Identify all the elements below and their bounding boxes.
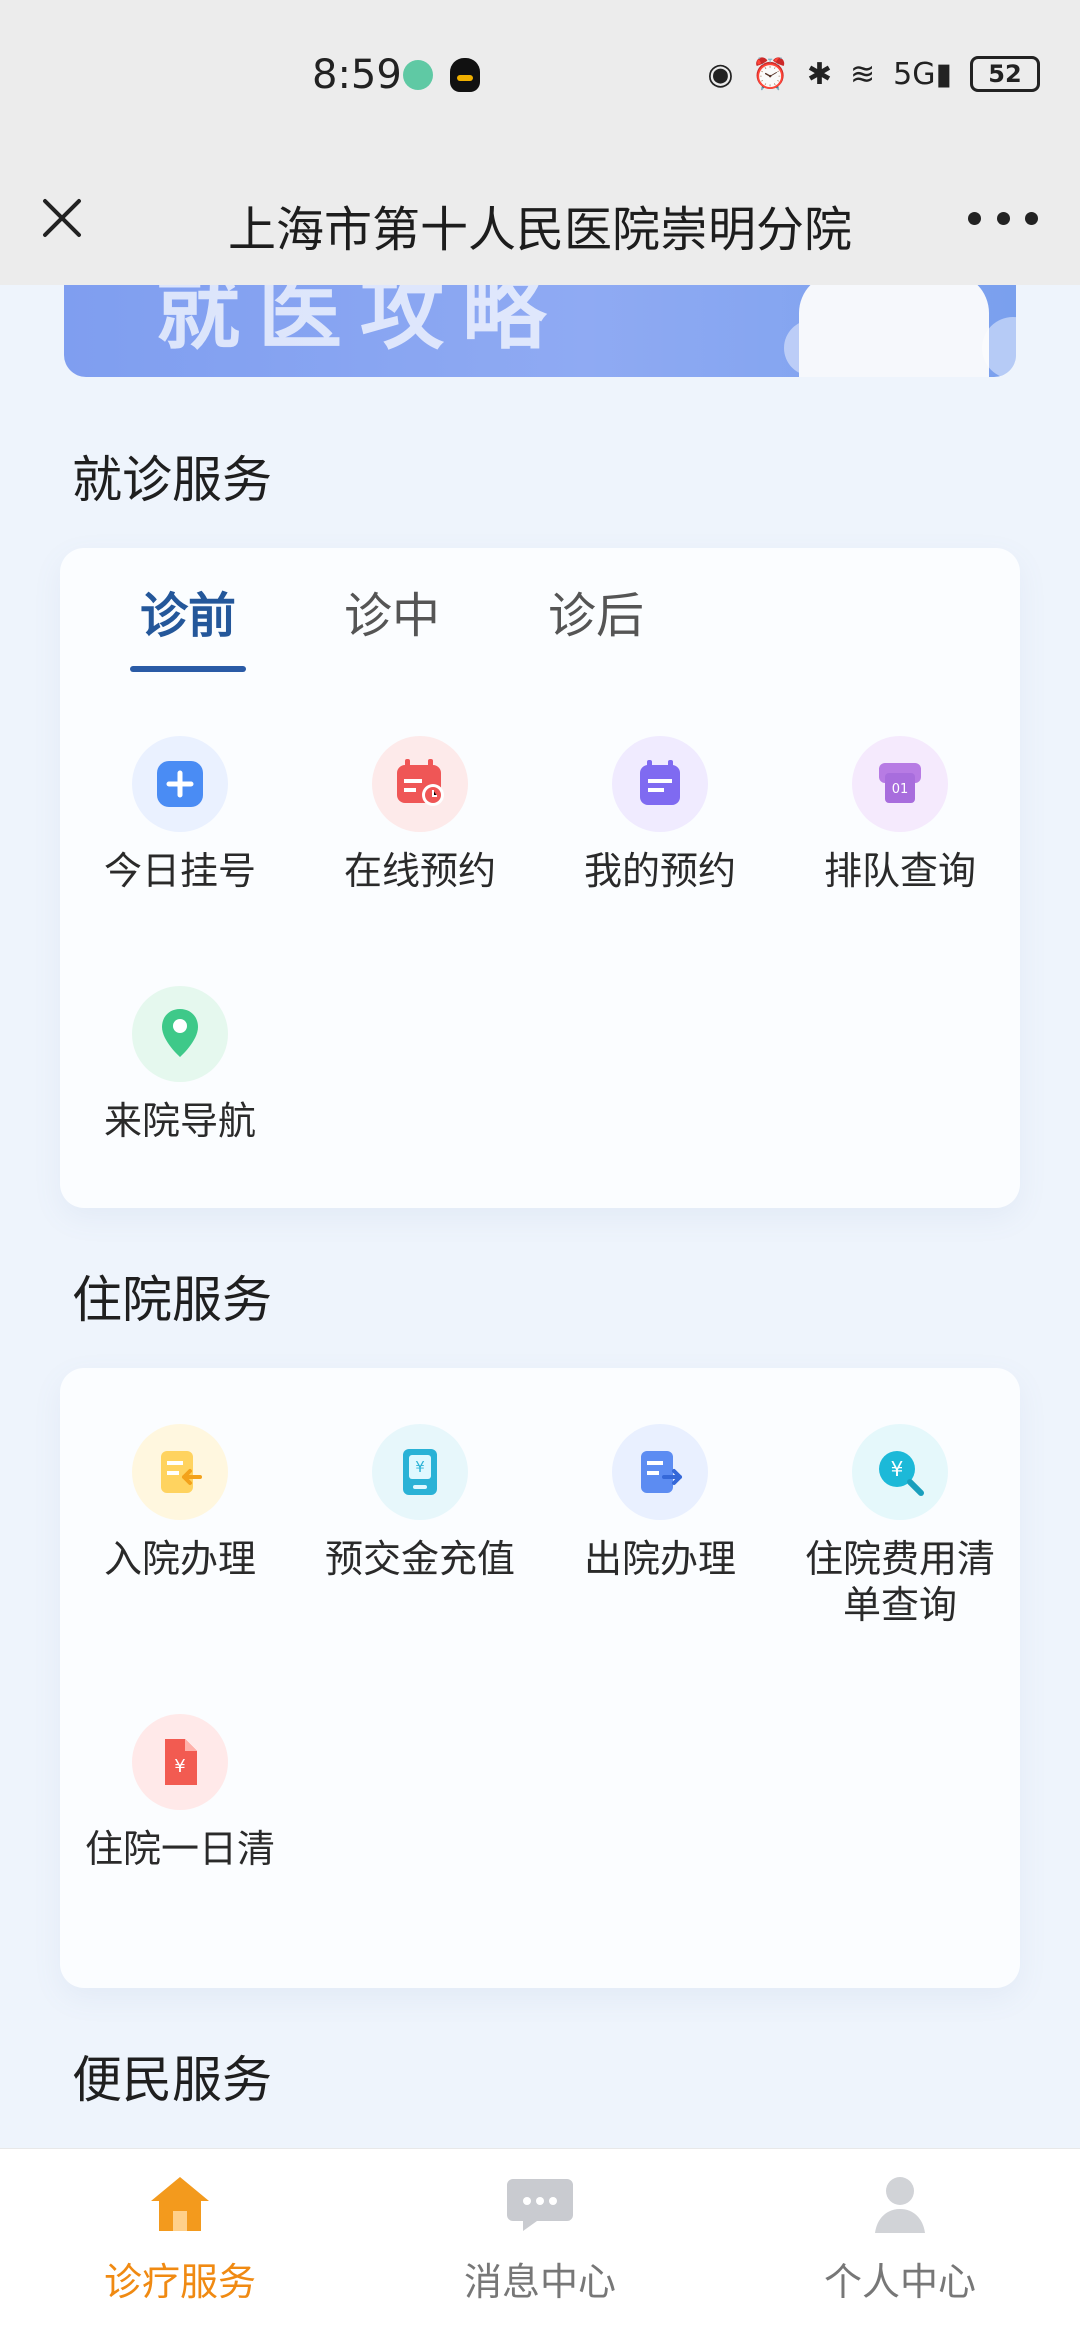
hospital-navigation-label: 来院导航 — [103, 1099, 256, 1143]
daily-bill-label: 住院一日清 — [84, 1827, 275, 1871]
outpatient-grid: 今日挂号 在线预约 我的预约 01 排队查询 来院导航 — [60, 736, 1020, 1236]
online-appointment-label: 在线预约 — [343, 849, 496, 893]
status-bar: 8:59 ◉ ⏰ ✱ ≋ 5G▮ 52 — [0, 0, 1080, 160]
queue-query-label: 排队查询 — [823, 849, 976, 893]
discharge-label: 出院办理 — [583, 1537, 736, 1581]
more-dot — [996, 211, 1010, 225]
signal-icon: 5G▮ — [893, 56, 952, 92]
battery-level: 52 — [988, 60, 1022, 88]
more-dot — [1025, 211, 1038, 225]
plus-symbol — [157, 761, 203, 807]
tab-message-center[interactable]: 消息中心 — [420, 2173, 660, 2323]
outpatient-section-title: 就诊服务 — [72, 451, 272, 509]
calendar-clock-icon — [372, 736, 468, 832]
tab-personal-center[interactable]: 个人中心 — [780, 2173, 1020, 2323]
close-button[interactable] — [32, 188, 92, 248]
location-pin-symbol — [162, 1009, 198, 1057]
more-dot — [968, 211, 981, 225]
message-symbol — [507, 2179, 573, 2231]
deposit-recharge-label: 预交金充值 — [324, 1537, 515, 1581]
discharge-document-symbol — [641, 1451, 682, 1493]
alarm-icon: ⏰ — [751, 56, 789, 92]
inpatient-grid: 入院办理 ¥ 预交金充值 出院办理 ¥ 住院费用清单查询 ¥ 住院一日清 — [60, 1424, 1020, 1974]
top-navigation: 上海市第十人民医院崇明分院 — [0, 160, 1080, 285]
page-title: 上海市第十人民医院崇明分院 — [227, 202, 852, 258]
hospital-fee-query-label: 住院费用清单查询 — [804, 1537, 995, 1627]
wifi-icon: ≋ — [850, 56, 876, 92]
bottom-tab-bar: 诊疗服务 消息中心 个人中心 — [0, 2148, 1080, 2340]
my-appointment-item[interactable]: 我的预约 — [540, 736, 780, 986]
guide-banner[interactable]: 就医攻略 — [64, 285, 1016, 377]
hospital-navigation-item[interactable]: 来院导航 — [60, 986, 300, 1236]
eye-icon: ◉ — [707, 56, 734, 92]
deposit-recharge-item[interactable]: ¥ 预交金充值 — [300, 1424, 540, 1714]
queue-query-item[interactable]: 01 排队查询 — [780, 736, 1020, 986]
network-type: 5G — [893, 56, 936, 92]
admission-document-symbol — [161, 1451, 202, 1493]
status-time: 8:59 — [312, 52, 402, 98]
discharge-item[interactable]: 出院办理 — [540, 1424, 780, 1714]
visit-stage-tabs: 诊前 诊中 诊后 — [129, 576, 644, 672]
tab-before-visit[interactable]: 诊前 — [129, 576, 247, 672]
deposit-recharge-icon: ¥ — [372, 1424, 468, 1520]
doctor-illustration — [799, 285, 989, 377]
tab-during-visit[interactable]: 诊中 — [344, 576, 440, 646]
daily-bill-item[interactable]: ¥ 住院一日清 — [60, 1714, 300, 1974]
calendar-list-icon — [612, 736, 708, 832]
home-icon — [145, 2173, 215, 2235]
fee-search-icon: ¥ — [852, 1424, 948, 1520]
user-symbol — [875, 2177, 925, 2233]
hospital-fee-query-item[interactable]: ¥ 住院费用清单查询 — [780, 1424, 1020, 1714]
battery-icon: 52 — [970, 56, 1040, 92]
my-appointment-label: 我的预约 — [583, 849, 736, 893]
queue-ticket-symbol: 01 — [879, 763, 921, 803]
calendar-clock-symbol — [397, 759, 444, 806]
calendar-list-symbol — [640, 760, 680, 805]
convenience-section-title: 便民服务 — [72, 2051, 272, 2109]
inpatient-section-title: 住院服务 — [72, 1271, 272, 1329]
online-appointment-item[interactable]: 在线预约 — [300, 736, 540, 986]
outpatient-card: 诊前 诊中 诊后 今日挂号 在线预约 我的预约 01 排队查询 来院导航 — [60, 548, 1020, 1208]
bluetooth-icon: ✱ — [806, 56, 832, 92]
fee-search-symbol: ¥ — [879, 1451, 924, 1496]
admission-item[interactable]: 入院办理 — [60, 1424, 300, 1714]
tab-message-center-label: 消息中心 — [463, 2260, 616, 2304]
message-icon — [505, 2173, 575, 2235]
daily-bill-icon: ¥ — [132, 1714, 228, 1810]
daily-bill-symbol: ¥ — [165, 1739, 197, 1785]
home-symbol — [151, 2177, 209, 2231]
inpatient-card: 入院办理 ¥ 预交金充值 出院办理 ¥ 住院费用清单查询 ¥ 住院一日清 — [60, 1368, 1020, 1988]
user-icon — [865, 2173, 935, 2235]
status-icons: ◉ ⏰ ✱ ≋ 5G▮ 52 — [707, 56, 1040, 92]
admission-label: 入院办理 — [103, 1537, 256, 1581]
tab-personal-center-label: 个人中心 — [823, 2260, 976, 2304]
tab-medical-service[interactable]: 诊疗服务 — [60, 2173, 300, 2323]
discharge-document-icon — [612, 1424, 708, 1520]
today-registration-label: 今日挂号 — [103, 849, 256, 893]
more-options-button[interactable] — [968, 208, 1038, 228]
music-app-icon — [403, 60, 433, 90]
queue-ticket-icon: 01 — [852, 736, 948, 832]
tab-after-visit[interactable]: 诊后 — [548, 576, 644, 646]
today-registration-item[interactable]: 今日挂号 — [60, 736, 300, 986]
admission-document-icon — [132, 1424, 228, 1520]
svg-text:01: 01 — [892, 782, 909, 797]
svg-text:¥: ¥ — [174, 1756, 185, 1777]
svg-text:¥: ¥ — [415, 1458, 425, 1476]
qq-icon — [450, 58, 480, 92]
plus-icon — [132, 736, 228, 832]
location-pin-icon — [132, 986, 228, 1082]
deposit-recharge-symbol: ¥ — [403, 1449, 437, 1495]
svg-text:¥: ¥ — [891, 1457, 904, 1481]
banner-title: 就医攻略 — [156, 285, 565, 361]
tab-medical-service-label: 诊疗服务 — [103, 2260, 256, 2304]
